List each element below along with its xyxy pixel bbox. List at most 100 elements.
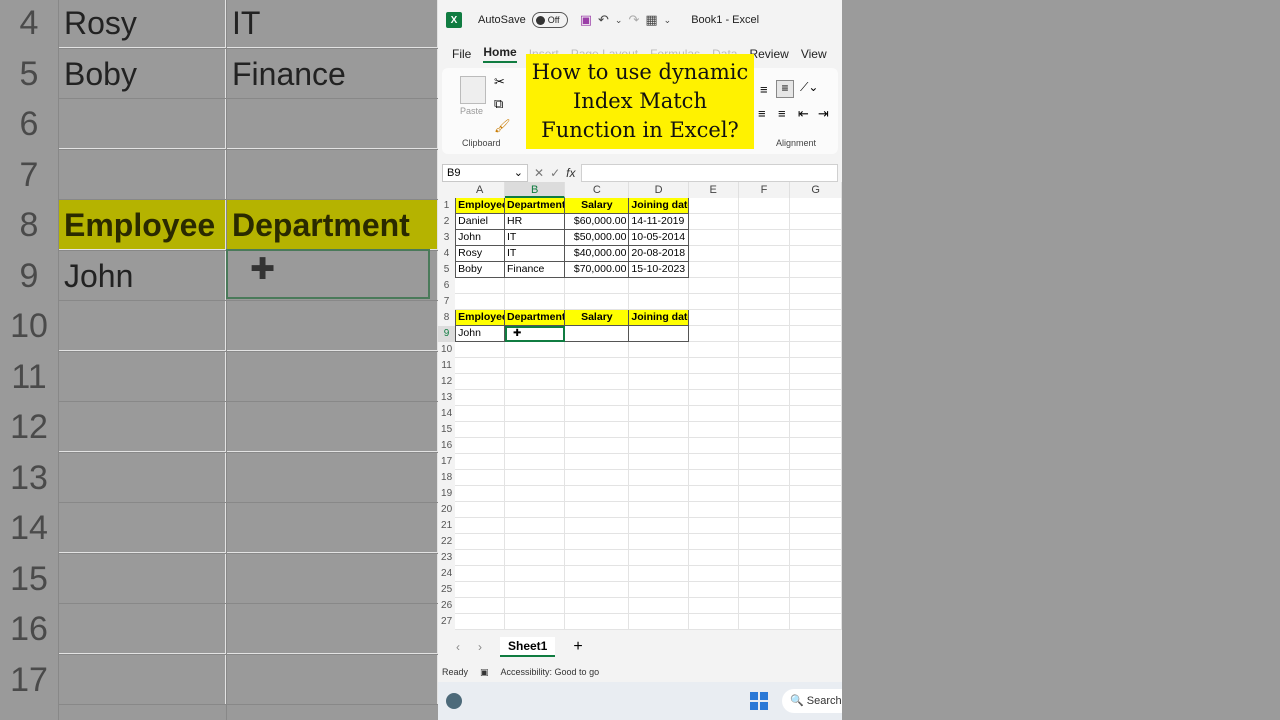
table-cell[interactable] xyxy=(629,406,689,422)
copy-icon[interactable]: ⧉ xyxy=(494,96,503,112)
insert-function-icon[interactable]: fx xyxy=(566,166,575,180)
sheet-tab-sheet1[interactable]: Sheet1 xyxy=(500,637,556,657)
table-cell[interactable] xyxy=(629,470,689,486)
table-cell[interactable] xyxy=(565,566,630,582)
table-cell[interactable] xyxy=(688,198,739,214)
table-cell[interactable] xyxy=(790,550,842,566)
table-cell[interactable] xyxy=(688,582,739,598)
row-header[interactable]: 21 xyxy=(438,518,456,534)
table-cell[interactable] xyxy=(629,358,689,374)
table-cell[interactable] xyxy=(790,614,842,630)
table-cell[interactable] xyxy=(738,454,791,470)
row-header[interactable]: 26 xyxy=(438,598,456,614)
table-cell[interactable] xyxy=(738,406,791,422)
table-cell[interactable] xyxy=(790,454,842,470)
table-cell[interactable] xyxy=(565,342,630,358)
table-cell[interactable] xyxy=(790,278,842,294)
table-cell[interactable] xyxy=(738,614,791,630)
table-cell[interactable] xyxy=(455,582,505,598)
undo-icon[interactable]: ↶ xyxy=(598,12,609,28)
macro-record-icon[interactable]: ▣ xyxy=(480,667,489,678)
table-cell[interactable] xyxy=(738,598,791,614)
table-cell[interactable] xyxy=(688,518,739,534)
table-cell[interactable] xyxy=(455,374,505,390)
table-cell[interactable] xyxy=(790,262,842,278)
table-cell[interactable] xyxy=(738,582,791,598)
windows-start-icon[interactable] xyxy=(750,692,768,710)
table-cell[interactable] xyxy=(629,518,689,534)
table-cell[interactable] xyxy=(565,534,630,550)
add-sheet-icon[interactable]: + xyxy=(573,638,582,656)
table-cell[interactable] xyxy=(455,470,505,486)
table-cell[interactable] xyxy=(629,502,689,518)
table-cell[interactable] xyxy=(629,422,689,438)
scroll-left-icon[interactable]: ‹ xyxy=(456,640,460,654)
table-cell[interactable] xyxy=(629,326,689,342)
table-cell[interactable] xyxy=(688,358,739,374)
table-cell[interactable]: Rosy xyxy=(455,246,506,262)
table-cell[interactable] xyxy=(790,438,842,454)
table-cell[interactable]: 10-05-2014 xyxy=(629,230,689,246)
row-header[interactable]: 2 xyxy=(438,214,456,230)
table-cell[interactable] xyxy=(738,502,791,518)
table-cell[interactable] xyxy=(455,422,505,438)
tab-view[interactable]: View xyxy=(801,47,827,61)
table-cell[interactable] xyxy=(455,294,505,310)
table-cell[interactable]: Boby xyxy=(455,262,506,278)
table-cell[interactable] xyxy=(504,278,566,294)
table-cell[interactable] xyxy=(790,198,842,214)
table-cell[interactable] xyxy=(504,342,566,358)
table-cell[interactable] xyxy=(455,454,505,470)
table-cell[interactable] xyxy=(738,230,791,246)
row-header[interactable]: 13 xyxy=(438,390,456,406)
table-cell[interactable] xyxy=(504,486,566,502)
row-header[interactable]: 5 xyxy=(438,262,456,278)
table-cell[interactable] xyxy=(629,374,689,390)
table-cell[interactable] xyxy=(738,534,791,550)
table-cell[interactable]: Joining date xyxy=(629,310,689,326)
table-cell[interactable]: Daniel xyxy=(455,214,506,230)
table-cell[interactable]: John xyxy=(455,326,506,342)
table-cell[interactable] xyxy=(790,230,842,246)
table-cell[interactable] xyxy=(629,614,689,630)
table-cell[interactable] xyxy=(688,550,739,566)
table-cell[interactable] xyxy=(738,358,791,374)
table-cell[interactable] xyxy=(455,486,505,502)
save-icon[interactable]: ▣ xyxy=(580,12,592,28)
table-cell[interactable] xyxy=(565,486,630,502)
table-cell[interactable] xyxy=(738,438,791,454)
table-cell[interactable] xyxy=(629,598,689,614)
table-cell[interactable] xyxy=(790,294,842,310)
table-cell[interactable] xyxy=(629,294,689,310)
table-cell[interactable]: 20-08-2018 xyxy=(629,246,689,262)
column-header-b[interactable]: B xyxy=(505,182,566,198)
column-header-f[interactable]: F xyxy=(739,182,791,198)
table-cell[interactable] xyxy=(790,374,842,390)
table-cell[interactable] xyxy=(688,598,739,614)
table-cell[interactable] xyxy=(790,358,842,374)
table-cell[interactable] xyxy=(738,278,791,294)
taskbar-search[interactable]: 🔍 Search xyxy=(782,689,842,713)
align-top-icon[interactable]: ≡ xyxy=(760,82,768,97)
table-cell[interactable] xyxy=(504,390,566,406)
table-cell[interactable] xyxy=(504,406,566,422)
table-cell[interactable] xyxy=(738,390,791,406)
table-cell[interactable] xyxy=(629,438,689,454)
table-cell[interactable] xyxy=(504,358,566,374)
chevron-down-icon[interactable]: ⌄ xyxy=(514,165,523,181)
table-cell[interactable] xyxy=(738,294,791,310)
table-cell[interactable] xyxy=(565,390,630,406)
table-cell[interactable] xyxy=(688,470,739,486)
tab-review[interactable]: Review xyxy=(749,47,788,61)
table-cell[interactable] xyxy=(504,422,566,438)
table-cell[interactable] xyxy=(565,502,630,518)
table-cell[interactable] xyxy=(455,406,505,422)
table-cell[interactable]: HR xyxy=(505,214,566,230)
cut-icon[interactable]: ✂ xyxy=(494,74,505,90)
table-cell[interactable] xyxy=(688,278,739,294)
column-header-c[interactable]: C xyxy=(565,182,630,198)
table-cell[interactable] xyxy=(790,214,842,230)
table-cell[interactable] xyxy=(565,326,630,342)
table-cell[interactable] xyxy=(790,566,842,582)
table-cell[interactable] xyxy=(455,550,505,566)
